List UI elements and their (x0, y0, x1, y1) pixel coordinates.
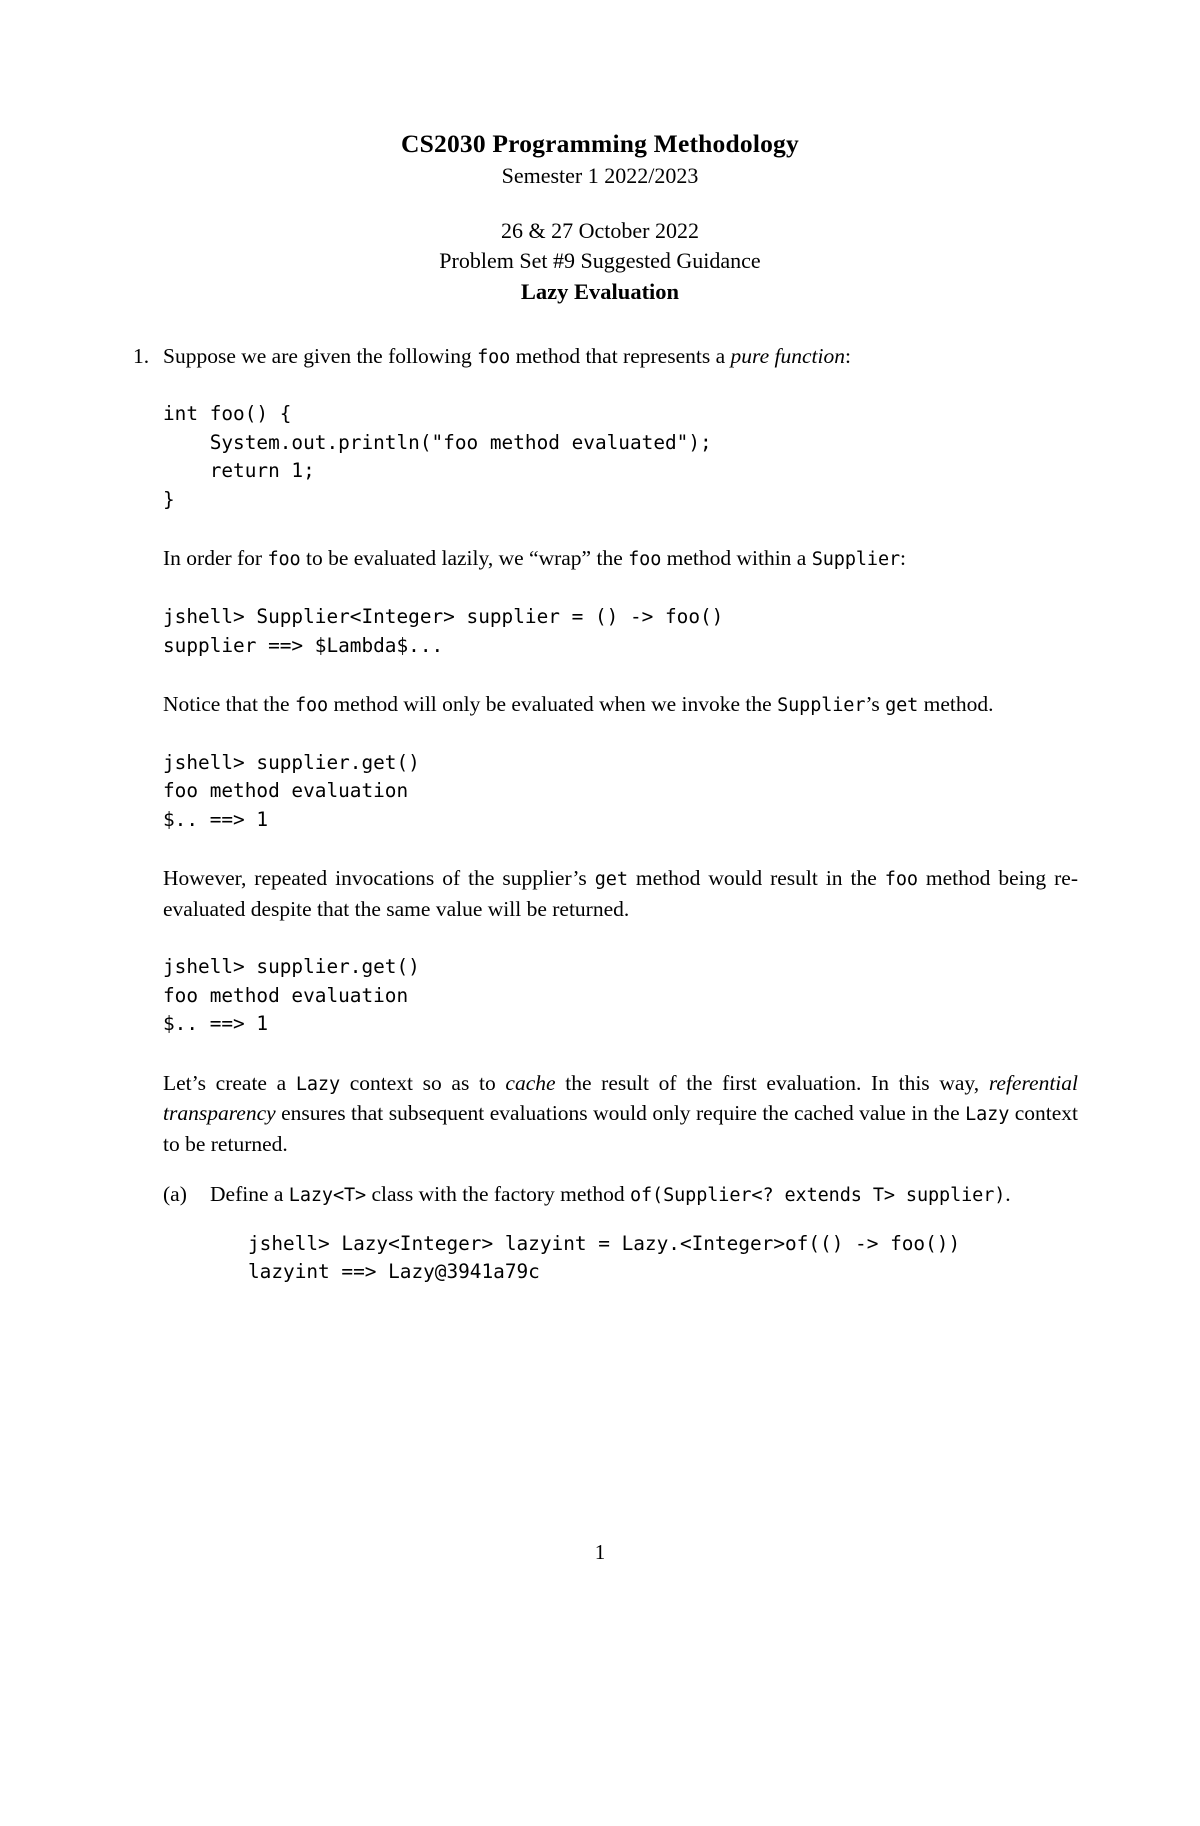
wrap-code-foo-2: foo (628, 549, 662, 571)
however-code-get: get (594, 869, 628, 891)
list-item-1: 1. Suppose we are given the following fo… (0, 341, 1200, 1287)
code-block-supplier-declaration: jshell> Supplier<Integer> supplier = () … (163, 604, 724, 657)
wrap-text-c: method within a (661, 546, 812, 571)
wrap-code-foo-1: foo (267, 549, 301, 571)
item1a-text-b: class with the factory method (366, 1182, 630, 1207)
document-title: CS2030 Programming Methodology (401, 129, 799, 158)
document-body: 1. Suppose we are given the following fo… (0, 341, 1200, 1287)
item1-notice-paragraph: Notice that the foo method will only be … (163, 689, 1078, 720)
item1a-code-of-signature: of(Supplier<? extends T> supplier) (629, 1185, 1006, 1207)
lazy-code-lazy-1: Lazy (295, 1073, 341, 1095)
item-number: 1. (133, 343, 150, 368)
notice-text-c: ’s (865, 692, 886, 717)
intro-text-c: : (844, 343, 851, 368)
item1-intro-paragraph: Suppose we are given the following foo m… (163, 341, 1078, 372)
lazy-text-c: the result of the first evaluation. In t… (555, 1070, 989, 1095)
wrap-code-supplier: Supplier (811, 549, 901, 571)
item1-wrap-paragraph: In order for foo to be evaluated lazily,… (163, 543, 1078, 574)
lazy-italic-cache: cache (505, 1070, 556, 1095)
intro-text-b: method that represents a (510, 343, 731, 368)
document-subtitle: Semester 1 2022/2023 (501, 163, 699, 189)
code-block-supplier-get-second: jshell> supplier.get() foo method evalua… (163, 955, 420, 1036)
subitem-label: (a) (163, 1182, 187, 1207)
code-block-foo-method: int foo() { System.out.println("foo meth… (163, 402, 712, 511)
item1a-code-lazy-t: Lazy<T> (288, 1185, 367, 1207)
notice-code-foo: foo (294, 695, 329, 717)
document-page: CS2030 Programming Methodology Semester … (0, 128, 1200, 1826)
however-text-a: However, repeated invocations of the sup… (163, 866, 595, 891)
code-block-supplier-get-first: jshell> supplier.get() foo method evalua… (163, 750, 420, 831)
problem-set-line: Problem Set #9 Suggested Guidance (439, 248, 761, 274)
item1-however-paragraph: However, repeated invocations of the sup… (163, 863, 1078, 924)
wrap-text-d: : (900, 546, 907, 571)
document-date: 26 & 27 October 2022 (501, 218, 699, 244)
intro-code-foo: foo (477, 346, 511, 368)
lazy-code-lazy-2: Lazy (965, 1104, 1010, 1126)
item1a-paragraph: Define a Lazy<T> class with the factory … (210, 1179, 1078, 1210)
wrap-text-a: In order for (163, 546, 268, 571)
wrap-text-b: to be evaluated lazily, we “wrap” the (300, 546, 629, 571)
however-text-b: method would result in the (627, 866, 885, 891)
notice-text-d: method. (918, 692, 994, 717)
item1-lazy-paragraph: Let’s create a Lazy context so as to cac… (163, 1068, 1078, 1160)
notice-text-b: method will only be evaluated when we in… (328, 692, 778, 717)
lazy-text-a: Let’s create a (163, 1070, 296, 1095)
lazy-text-d: ensures that subsequent evaluations woul… (275, 1101, 966, 1126)
list-item-1a: (a) Define a Lazy<T> class with the fact… (163, 1179, 1078, 1287)
notice-text-a: Notice that the (163, 692, 295, 717)
notice-code-get: get (885, 695, 919, 717)
document-topic: Lazy Evaluation (520, 279, 680, 305)
item1a-text-a: Define a (210, 1182, 289, 1207)
lazy-text-b: context so as to (340, 1070, 506, 1095)
code-block-lazyint: jshell> Lazy<Integer> lazyint = Lazy.<In… (248, 1231, 961, 1284)
notice-code-supplier: Supplier (777, 695, 866, 717)
header-spacer (0, 190, 1200, 216)
intro-text-a: Suppose we are given the following (163, 343, 478, 368)
however-code-foo: foo (884, 869, 918, 891)
page-number: 1 (594, 1540, 606, 1564)
item1a-text-c: . (1005, 1182, 1011, 1207)
document-header: CS2030 Programming Methodology Semester … (0, 128, 1200, 307)
intro-italic-pure-function: pure function (730, 343, 845, 368)
